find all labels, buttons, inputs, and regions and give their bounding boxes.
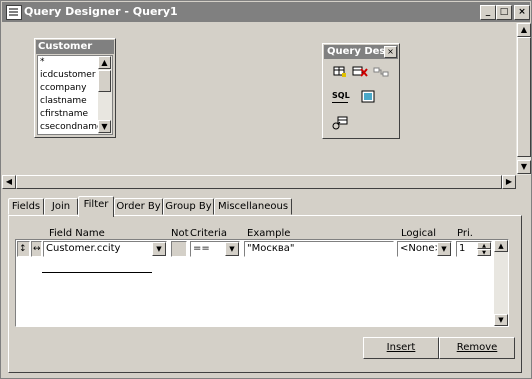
header-logical: Logical [401, 228, 437, 239]
query-properties-icon[interactable] [332, 116, 348, 130]
canvas-horizontal-scrollbar[interactable]: ◀ ▶ [2, 175, 516, 189]
header-not: Not [171, 228, 189, 239]
add-table-icon[interactable] [332, 66, 348, 80]
remove-button-label: Remove [456, 342, 498, 353]
field-name-value: Customer.ccity [46, 243, 121, 254]
insert-button-label: Insert [386, 342, 416, 353]
field-list-item[interactable]: clastname [38, 95, 98, 108]
scroll-up-icon[interactable]: ▲ [98, 56, 111, 69]
priority-spinner[interactable]: 1 ▲ ▼ [456, 241, 492, 257]
priority-value: 1 [459, 243, 466, 254]
tab-filter[interactable]: Filter [78, 196, 114, 217]
chevron-down-icon[interactable]: ▼ [152, 242, 166, 256]
scroll-right-icon[interactable]: ▶ [502, 175, 516, 189]
insert-button[interactable]: Insert [363, 337, 439, 359]
query-designer-window: Query Designer - Query1 _ □ × Customer *… [0, 0, 532, 379]
grid-scrollbar[interactable]: ▲ ▼ [494, 240, 508, 326]
canvas-vertical-scrollbar[interactable]: ▲ ▼ [516, 23, 531, 175]
row-insert-icon[interactable]: ↔ [31, 241, 42, 257]
remove-button[interactable]: Remove [439, 337, 515, 359]
criteria-value: == [193, 243, 210, 254]
example-input[interactable]: "Москва" [244, 241, 394, 257]
tab-join[interactable]: Join [44, 198, 78, 215]
chevron-down-icon[interactable]: ▼ [437, 242, 451, 256]
field-list-scrollbar[interactable]: ▲ ▼ [98, 56, 112, 134]
window-title: Query Designer - Query1 [24, 5, 178, 18]
scroll-left-icon[interactable]: ◀ [2, 175, 16, 189]
header-criteria: Criteria [190, 228, 227, 239]
scroll-up-icon[interactable]: ▲ [494, 240, 508, 252]
tab-fields[interactable]: Fields [8, 198, 44, 215]
header-example: Example [247, 228, 291, 239]
vertical-scroll-thumb[interactable] [517, 37, 531, 157]
chevron-down-icon[interactable]: ▼ [225, 242, 239, 256]
scroll-thumb[interactable] [98, 70, 111, 92]
close-button[interactable]: × [514, 5, 530, 20]
field-list-item[interactable]: cfirstname [38, 108, 98, 121]
customer-table-title[interactable]: Customer [36, 40, 114, 54]
field-list-item[interactable]: icdcustomer [38, 69, 98, 82]
remove-table-icon[interactable] [352, 66, 368, 80]
row-move-icon[interactable]: ↕ [17, 241, 30, 257]
spin-down-icon[interactable]: ▼ [477, 249, 491, 256]
toolbox-close-button[interactable]: × [384, 46, 397, 58]
field-name-select[interactable]: Customer.ccity ▼ [43, 241, 167, 257]
horizontal-scroll-thumb[interactable] [16, 175, 502, 189]
customer-table-window[interactable]: Customer * icdcustomer ccompany clastnam… [34, 38, 116, 138]
add-join-icon[interactable] [373, 66, 389, 80]
new-row-placeholder[interactable] [42, 257, 152, 273]
view-results-icon[interactable] [360, 90, 376, 104]
query-designer-toolbox[interactable]: Query Desi × SQL [322, 43, 400, 139]
scroll-up-icon[interactable]: ▲ [517, 23, 531, 37]
spin-up-icon[interactable]: ▲ [477, 242, 491, 249]
not-checkbox[interactable] [171, 241, 187, 257]
logical-select[interactable]: <None> ▼ [397, 241, 452, 257]
field-list-item[interactable]: * [38, 56, 98, 69]
tab-order-by[interactable]: Order By [114, 198, 163, 215]
tab-group-by[interactable]: Group By [163, 198, 214, 215]
title-bar: Query Designer - Query1 _ □ × [2, 2, 530, 22]
field-list-item[interactable]: csecondname [38, 121, 98, 134]
view-sql-button[interactable]: SQL [332, 90, 350, 103]
field-list-item[interactable]: ccompany [38, 82, 98, 95]
app-icon [6, 5, 22, 20]
scroll-down-icon[interactable]: ▼ [494, 314, 508, 326]
customer-field-list[interactable]: * icdcustomer ccompany clastname cfirstn… [37, 55, 113, 135]
criteria-select[interactable]: == ▼ [190, 241, 240, 257]
scroll-down-icon[interactable]: ▼ [517, 160, 531, 174]
header-priority: Pri. [457, 228, 473, 239]
minimize-button[interactable]: _ [480, 5, 496, 20]
scroll-down-icon[interactable]: ▼ [98, 120, 111, 133]
maximize-button[interactable]: □ [496, 5, 512, 20]
header-field-name: Field Name [49, 228, 105, 239]
tab-miscellaneous[interactable]: Miscellaneous [214, 198, 292, 215]
